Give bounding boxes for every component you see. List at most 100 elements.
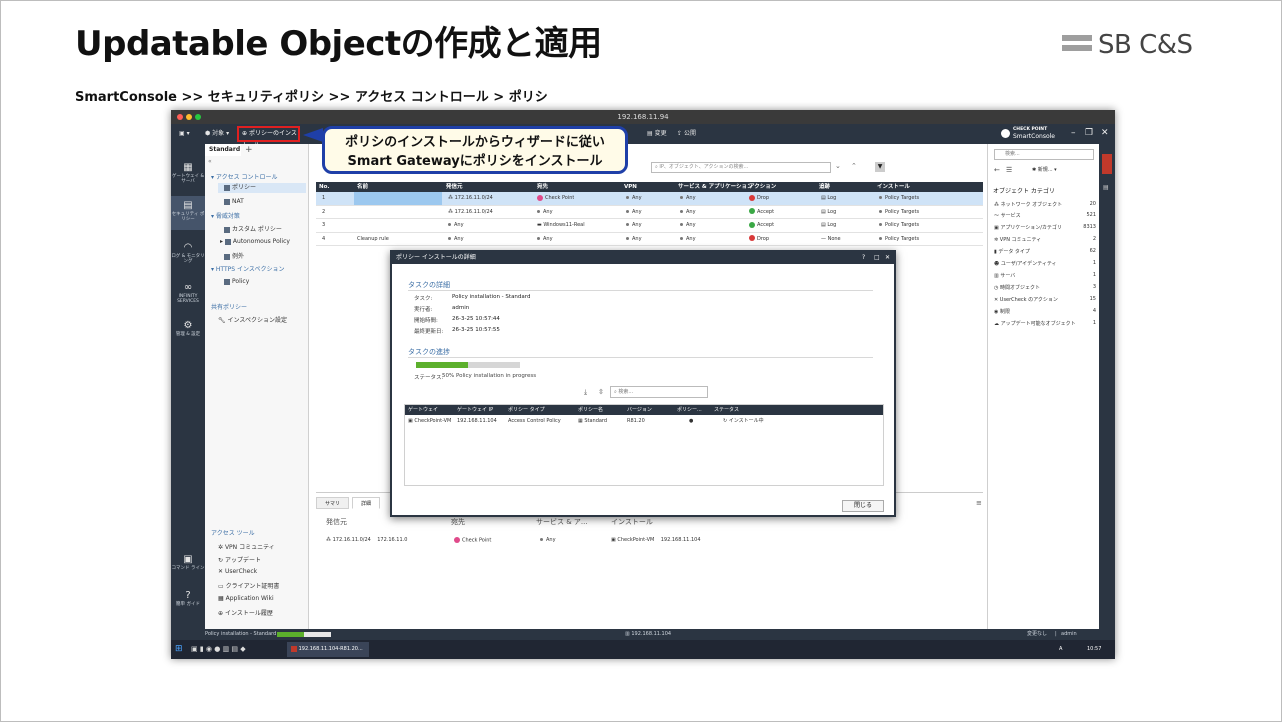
category-usercheck[interactable]: ✕ UserCheck のアクション 15 [994, 296, 1096, 303]
tool-install-history[interactable]: ⊕ インストール履歴 [218, 608, 273, 617]
col-install[interactable]: インストール [877, 182, 910, 192]
rule-services[interactable]: Any [680, 192, 696, 205]
rule-action[interactable]: Accept [749, 219, 774, 232]
detail-install[interactable]: ▣ CheckPoint-VM 192.168.11.104 [611, 537, 701, 543]
rule-vpn[interactable]: Any [626, 206, 642, 219]
menu-icon[interactable]: ▣ ▾ [179, 128, 190, 140]
rule-source[interactable]: Any [448, 233, 464, 246]
col-services[interactable]: サービス & アプリケーション [678, 182, 753, 192]
taskbar-pinned-icons[interactable]: ▣ ▮ ◉ ● ▥ ▤ ◆ [191, 640, 246, 659]
help-icon[interactable]: ? [862, 252, 865, 264]
validations-tab-icon[interactable]: ▤ [1103, 184, 1109, 191]
col-gateway[interactable]: ゲートウェイ [408, 405, 438, 415]
add-tab-icon[interactable]: + [245, 145, 253, 155]
tool-client-cert[interactable]: ▭ クライアント証明書 [218, 581, 279, 590]
publish-button[interactable]: ⇪ 公開 [677, 128, 696, 140]
rule-action[interactable]: Drop [749, 233, 769, 246]
rule-row[interactable]: 3 Any ▬ Windows11-Real Any Any Accept ▤ … [316, 219, 983, 233]
tool-usercheck[interactable]: ✕ UserCheck [218, 568, 257, 575]
minimize-dot[interactable] [186, 114, 192, 120]
filter-icon[interactable]: ▼ [875, 162, 885, 172]
object-search-input[interactable]: 検索... [994, 149, 1094, 160]
category-users[interactable]: ☻ ユーザ/アイデンティティ 1 [994, 260, 1096, 267]
tab-standard[interactable]: Standard [205, 144, 241, 156]
nav-help[interactable]: ? 簡単 ガイド [171, 590, 205, 607]
taskbar-app-smartconsole[interactable]: 192.168.11.104-R81.20... [287, 642, 369, 657]
detail-source[interactable]: ⁂ 172.16.11.0/24 172.16.11.0 [326, 537, 407, 543]
close-icon[interactable]: ✕ [1101, 128, 1109, 138]
tree-policy[interactable]: ポリシー [218, 183, 306, 193]
rule-source[interactable]: ⁂ 172.16.11.0/24 [448, 206, 493, 219]
rule-install[interactable]: Policy Targets [879, 219, 919, 232]
rule-track[interactable]: — None [821, 233, 841, 246]
back-icon[interactable]: ← [994, 166, 1000, 174]
rule-track[interactable]: ▤ Log [821, 192, 836, 205]
category-time[interactable]: ◷ 時間オブジェクト 3 [994, 284, 1096, 291]
rule-row[interactable]: 2 ⁂ 172.16.11.0/24 Any Any Any Accept ▤ … [316, 205, 983, 219]
category-data-types[interactable]: ▮ データ タイプ 62 [994, 248, 1096, 255]
list-icon[interactable]: ☰ [1006, 166, 1012, 174]
rule-row[interactable]: 1 ⁂ 172.16.11.0/24 Check Point Any Any D… [316, 192, 983, 206]
col-vpn[interactable]: VPN [624, 182, 637, 192]
col-source[interactable]: 発信元 [446, 182, 463, 192]
col-destination[interactable]: 宛先 [537, 182, 548, 192]
rule-track[interactable]: ▤ Log [821, 219, 836, 232]
rule-services[interactable]: Any [680, 206, 696, 219]
category-updatable-objects[interactable]: ☁ アップデート可能なオブジェクト 1 [994, 320, 1096, 327]
maximize-icon[interactable]: □ [874, 252, 880, 264]
col-action[interactable]: アクション [749, 182, 776, 192]
tree-inspection[interactable]: 🔧︎ インスペクション設定 [218, 315, 287, 324]
category-services[interactable]: ⁓ サービス 521 [994, 212, 1096, 219]
tree-exceptions[interactable]: 例外 [224, 251, 244, 260]
nav-gateways[interactable]: ▦ ゲートウェイ & サーバ [171, 162, 205, 184]
category-vpn[interactable]: ✲ VPN コミュニティ 2 [994, 236, 1096, 243]
rule-name[interactable]: Cleanup rule [357, 233, 389, 246]
tree-access-control[interactable]: ▾ アクセス コントロール [211, 172, 278, 181]
chevron-down-icon[interactable]: ⌄ [835, 162, 841, 170]
zoom-dot[interactable] [195, 114, 201, 120]
minimize-icon[interactable]: – [1071, 128, 1076, 138]
tree-threat[interactable]: ▾ 脅威対策 [211, 211, 240, 220]
category-applications[interactable]: ▣ アプリケーション/カテゴリ 8313 [994, 224, 1096, 231]
tab-summary[interactable]: サマリ [316, 497, 350, 509]
collapse-icon[interactable]: « [208, 158, 212, 165]
nav-command-line[interactable]: ▣ コマンド ライン [171, 554, 205, 571]
rule-vpn[interactable]: Any [626, 192, 642, 205]
tab-details[interactable]: 詳細 [352, 497, 381, 509]
nav-security-policy[interactable]: ▤ セキュリティ ポリシー [171, 196, 205, 230]
tool-app-wiki[interactable]: ▦ Application Wiki [218, 595, 274, 602]
nav-logs[interactable]: ◠ ログ & モニタリング [171, 242, 205, 264]
dialog-close-icon[interactable]: ✕ [885, 252, 890, 264]
rule-services[interactable]: Any [680, 233, 696, 246]
rule-vpn[interactable]: Any [626, 233, 642, 246]
col-track[interactable]: 追跡 [819, 182, 830, 192]
category-servers[interactable]: ▥ サーバ 1 [994, 272, 1096, 279]
restore-icon[interactable]: ❐ [1085, 128, 1093, 138]
dialog-close-button[interactable]: 閉じる [842, 500, 884, 512]
rule-source[interactable]: Any [448, 219, 464, 232]
col-status[interactable]: ステータス [714, 405, 739, 415]
rule-vpn[interactable]: Any [626, 219, 642, 232]
rule-action[interactable]: Accept [749, 206, 774, 219]
rule-destination[interactable]: Check Point [537, 192, 574, 205]
dialog-search-input[interactable]: ⌕ 検索... [610, 386, 708, 398]
changes-button[interactable]: ▤ 変更 [647, 128, 667, 140]
col-no[interactable]: No. [319, 182, 329, 192]
col-policy-type[interactable]: ポリシー タイプ [508, 405, 545, 415]
install-policy-button[interactable]: ⊕ ポリシーのインストール [237, 126, 300, 149]
rule-row[interactable]: 4 Cleanup rule Any Any Any Any Drop — No… [316, 232, 983, 246]
nav-manage[interactable]: ⚙ 管理 & 設定 [171, 320, 205, 337]
tree-https[interactable]: ▾ HTTPS インスペクション [211, 264, 284, 273]
nav-infinity[interactable]: ∞ INFINITY SERVICES [171, 282, 205, 304]
rule-services[interactable]: Any [680, 219, 696, 232]
tool-update[interactable]: ↻ アップデート [218, 555, 261, 564]
rule-name[interactable] [354, 192, 442, 205]
taskbar-clock[interactable]: 10:57 [1087, 640, 1101, 659]
rule-destination[interactable]: Any [537, 233, 553, 246]
taskbar-language[interactable]: A [1059, 640, 1062, 659]
start-icon[interactable]: ⊞ [175, 640, 183, 659]
col-gateway-ip[interactable]: ゲートウェイ IP [457, 405, 493, 415]
category-network-objects[interactable]: ⁂ ネットワーク オブジェクト 20 [994, 201, 1096, 208]
col-policy[interactable]: ポリシー... [677, 405, 702, 415]
collapse-all-icon[interactable]: ⇳ [598, 388, 604, 396]
